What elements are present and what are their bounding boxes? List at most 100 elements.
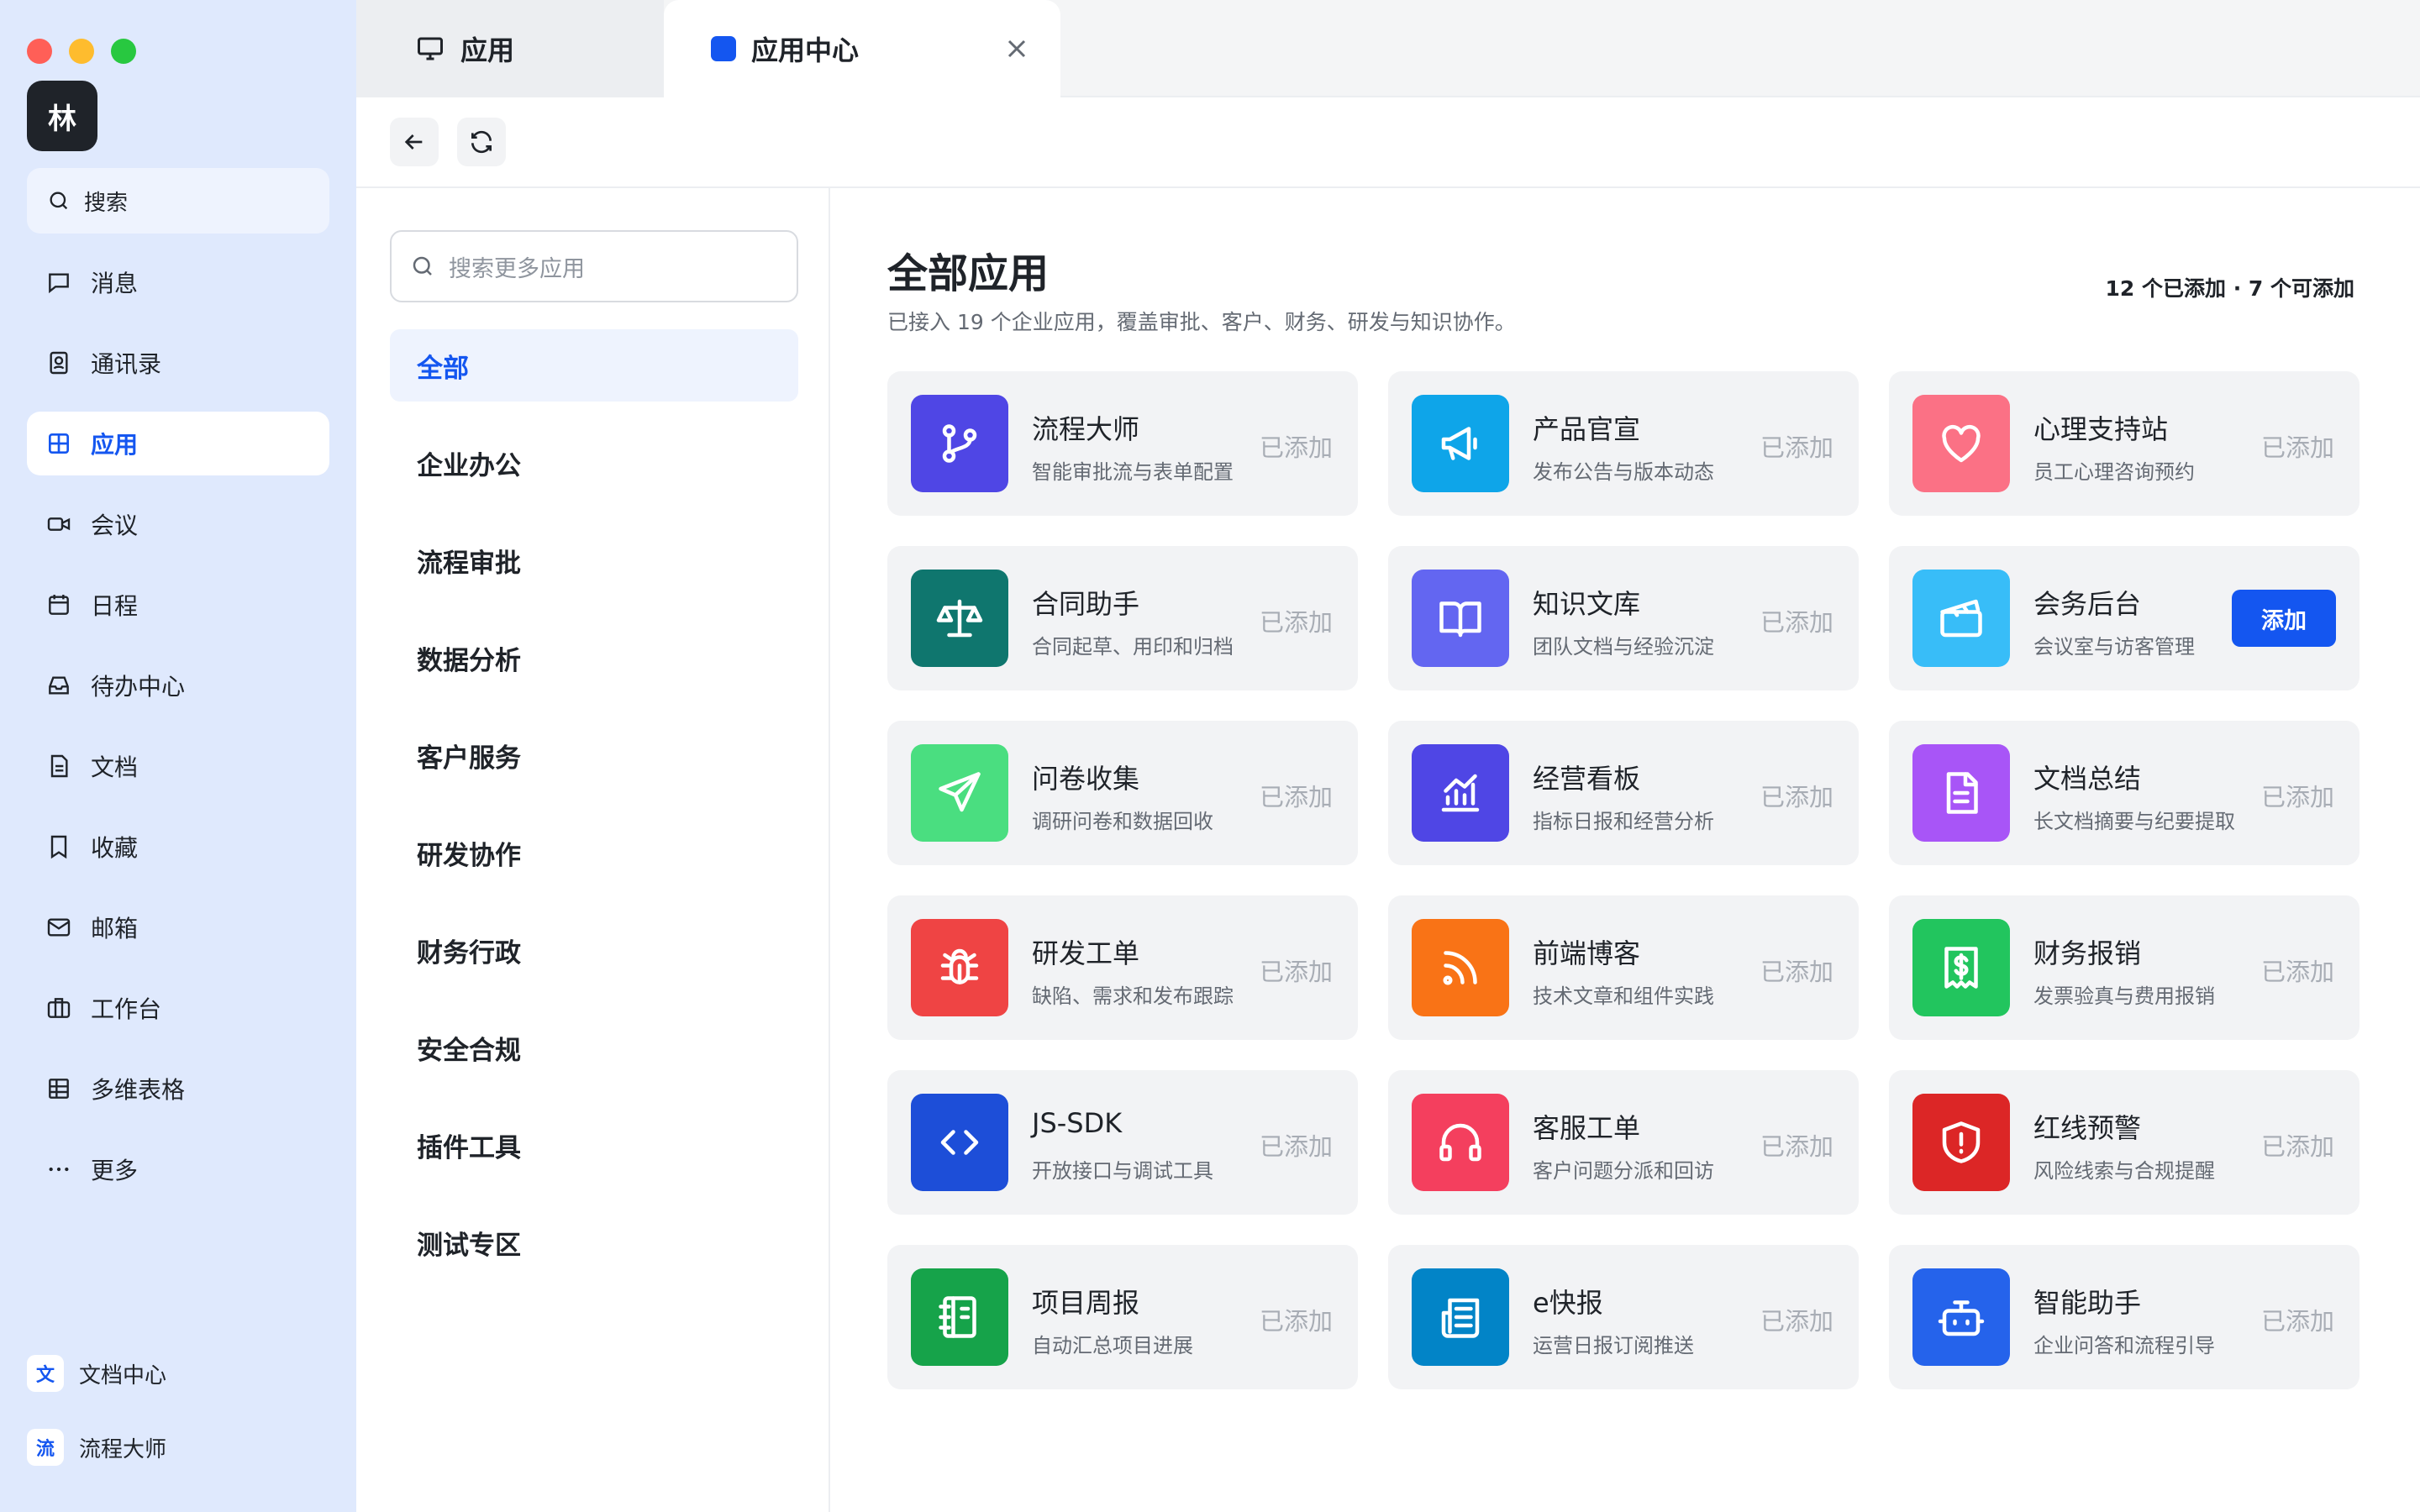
file-text-icon — [1912, 744, 2010, 842]
apps-grid-icon — [44, 428, 74, 459]
blue-square-icon — [711, 36, 736, 61]
message-icon — [44, 267, 74, 297]
add-app-button[interactable]: 添加 — [2232, 590, 2336, 647]
app-description: 缺陷、需求和发布跟踪 — [1032, 984, 1234, 1008]
sidebar-search-label: 搜索 — [84, 190, 129, 216]
sidebar-item-label: 邮箱 — [91, 915, 139, 942]
app-card[interactable]: 前端博客 技术文章和组件实践 已添加 — [1388, 895, 1859, 1040]
page-title: 全部应用 — [887, 250, 1050, 297]
sidebar-item-messages[interactable]: 消息 — [27, 250, 329, 314]
app-card[interactable]: 文档总结 长文档摘要与纪要提取 已添加 — [1889, 721, 2360, 865]
app-card[interactable]: 经营看板 指标日报和经营分析 已添加 — [1388, 721, 1859, 865]
app-description: 风险线索与合规提醒 — [2033, 1159, 2215, 1183]
pinned-app-label: 流程大师 — [79, 1436, 167, 1462]
sidebar-item-todo[interactable]: 待办中心 — [27, 654, 329, 717]
sidebar-item-contacts[interactable]: 通讯录 — [27, 331, 329, 395]
app-name: 财务报销 — [2033, 937, 2142, 969]
rss-icon — [1412, 919, 1509, 1016]
added-status: 已添加 — [2260, 958, 2334, 986]
tab-app-center[interactable]: 应用中心 — [664, 0, 1060, 97]
app-card[interactable]: 产品官宣 发布公告与版本动态 已添加 — [1388, 371, 1859, 516]
category-item[interactable]: 数据分析 — [390, 622, 798, 694]
category-item[interactable]: 全部 — [390, 329, 798, 402]
app-name: 红线预警 — [2033, 1112, 2142, 1144]
refresh-button[interactable] — [457, 118, 506, 166]
category-item[interactable]: 测试专区 — [390, 1206, 798, 1278]
close-icon[interactable] — [1002, 34, 1032, 64]
category-panel: 搜索更多应用 全部企业办公流程审批数据分析客户服务研发协作财务行政安全合规插件工… — [356, 188, 830, 1512]
added-status: 已添加 — [1259, 433, 1333, 462]
briefcase-icon — [44, 993, 74, 1023]
video-icon — [44, 509, 74, 539]
app-name: JS-SDK — [1032, 1107, 1123, 1139]
app-card[interactable]: 智能助手 企业问答和流程引导 已添加 — [1889, 1245, 2360, 1389]
sidebar-item-more[interactable]: 更多 — [27, 1137, 329, 1201]
sidebar-item-meetings[interactable]: 会议 — [27, 492, 329, 556]
sidebar-item-workbench[interactable]: 工作台 — [27, 976, 329, 1040]
sidebar-item-label: 会议 — [91, 512, 139, 539]
app-card[interactable]: 流程大师智能审批流与表单配置 已添加 — [887, 371, 1358, 516]
avatar[interactable]: 林 — [27, 81, 97, 151]
book-open-icon — [1412, 570, 1509, 667]
category-item[interactable]: 客户服务 — [390, 719, 798, 791]
app-card[interactable]: e快报 运营日报订阅推送 已添加 — [1388, 1245, 1859, 1389]
app-card[interactable]: 知识文库 团队文档与经验沉淀 已添加 — [1388, 546, 1859, 690]
sidebar-nav: 消息 通讯录 应用 会议 日程 待办中心 文档 收藏 邮箱 工作台 多维表格 更… — [27, 250, 329, 1218]
back-button[interactable] — [390, 118, 439, 166]
app-card[interactable]: 财务报销发票验真与费用报销 已添加 — [1889, 895, 2360, 1040]
sidebar-item-mail[interactable]: 邮箱 — [27, 895, 329, 959]
sidebar-search-button[interactable]: 搜索 — [27, 168, 329, 234]
sidebar-item-apps[interactable]: 应用 — [27, 412, 329, 475]
sidebar-item-favorites[interactable]: 收藏 — [27, 815, 329, 879]
category-item[interactable]: 插件工具 — [390, 1109, 798, 1181]
app-card[interactable]: 合同助手 合同起草、用印和归档 已添加 — [887, 546, 1358, 690]
search-icon — [47, 189, 71, 213]
added-status: 已添加 — [2260, 783, 2334, 811]
category-item[interactable]: 研发协作 — [390, 816, 798, 889]
close-window-button[interactable] — [27, 39, 52, 64]
app-card[interactable]: 红线预警 风险线索与合规提醒 已添加 — [1889, 1070, 2360, 1215]
app-description: 发票验真与费用报销 — [2033, 984, 2215, 1008]
app-name: 项目周报 — [1032, 1287, 1140, 1319]
added-status: 已添加 — [1760, 783, 1833, 811]
category-item[interactable]: 流程审批 — [390, 524, 798, 596]
category-item[interactable]: 企业办公 — [390, 427, 798, 499]
sidebar-item-label: 文档 — [91, 753, 139, 781]
app-search-input[interactable]: 搜索更多应用 — [390, 230, 798, 302]
app-description: 自动汇总项目进展 — [1032, 1334, 1193, 1357]
category-item[interactable]: 财务行政 — [390, 914, 798, 986]
added-status: 已添加 — [2260, 1307, 2334, 1336]
sidebar-item-label: 多维表格 — [91, 1076, 186, 1104]
app-card[interactable]: 项目周报 自动汇总项目进展 已添加 — [887, 1245, 1358, 1389]
arrow-left-icon — [401, 129, 428, 155]
app-name: 流程大师 — [1032, 413, 1140, 445]
bar-chart-icon — [1412, 744, 1509, 842]
maximize-window-button[interactable] — [111, 39, 136, 64]
flow-master-badge: 流 — [27, 1429, 64, 1466]
app-description: 智能审批流与表单配置 — [1032, 460, 1234, 484]
heart-icon — [1912, 395, 2010, 492]
sidebar-item-bitable[interactable]: 多维表格 — [27, 1057, 329, 1121]
sidebar-item-docs[interactable]: 文档 — [27, 734, 329, 798]
category-item[interactable]: 安全合规 — [390, 1011, 798, 1084]
app-card[interactable]: 研发工单 缺陷、需求和发布跟踪 已添加 — [887, 895, 1358, 1040]
minimize-window-button[interactable] — [69, 39, 94, 64]
app-card[interactable]: JS-SDK 开放接口与调试工具 已添加 — [887, 1070, 1358, 1215]
sidebar-item-calendar[interactable]: 日程 — [27, 573, 329, 637]
app-card[interactable]: 客服工单 客户问题分派和回访 已添加 — [1388, 1070, 1859, 1215]
pinned-app-doc-center[interactable]: 文 文档中心 — [27, 1344, 329, 1403]
app-card[interactable]: 心理支持站 员工心理咨询预约 已添加 — [1889, 371, 2360, 516]
app-card[interactable]: 问卷收集 调研问卷和数据回收 已添加 — [887, 721, 1358, 865]
pinned-app-flow-master[interactable]: 流 流程大师 — [27, 1418, 329, 1477]
app-description: 调研问卷和数据回收 — [1032, 810, 1213, 833]
app-name: 前端博客 — [1533, 937, 1641, 969]
app-name: 产品官宣 — [1533, 413, 1641, 445]
added-status: 已添加 — [1259, 1132, 1333, 1161]
toolbar — [356, 97, 2420, 188]
sidebar-item-label: 待办中心 — [91, 673, 186, 701]
app-search-placeholder: 搜索更多应用 — [449, 255, 585, 282]
main-content: 全部应用 已接入 19 个企业应用，覆盖审批、客户、财务、研发与知识协作。 12… — [830, 188, 2420, 1512]
tab-apps[interactable]: 应用 — [356, 0, 664, 97]
app-card[interactable]: 会务后台 会议室与访客管理 添加 — [1889, 546, 2360, 690]
app-description: 技术文章和组件实践 — [1533, 984, 1714, 1008]
